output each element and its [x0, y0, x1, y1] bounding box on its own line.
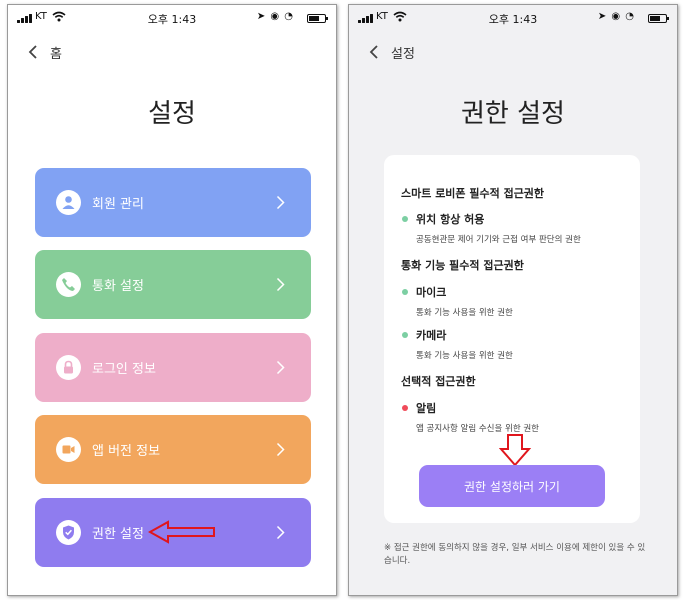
- status-dot: [402, 332, 408, 338]
- section-heading: 통화 기능 필수적 접근권한: [401, 259, 524, 272]
- shield-check-icon: [56, 520, 81, 545]
- battery-icon: [307, 14, 328, 23]
- chevron-right-icon: [276, 277, 285, 292]
- permission-title: 위치 항상 허용: [416, 213, 485, 226]
- status-dot: [402, 216, 408, 222]
- annotation-arrow-down-icon: [499, 434, 531, 467]
- footnote: ※ 접근 권한에 동의하지 않을 경우, 일부 서비스 이용에 제한이 있을 수…: [384, 543, 646, 566]
- menu-item-version[interactable]: 앱 버전 정보: [35, 415, 311, 484]
- section-heading: 스마트 로비폰 필수적 접근권한: [401, 187, 545, 200]
- permission-title: 마이크: [416, 286, 447, 299]
- chevron-right-icon: [276, 442, 285, 457]
- permission-title: 카메라: [416, 329, 447, 342]
- page-title: 권한 설정: [461, 99, 565, 129]
- back-label: 홈: [50, 46, 62, 62]
- chevron-left-icon: [28, 45, 37, 59]
- menu-item-member[interactable]: 회원 관리: [35, 168, 311, 237]
- page-title: 설정: [148, 99, 196, 129]
- video-icon: [56, 437, 81, 462]
- permission-title: 알림: [416, 402, 437, 415]
- user-icon: [56, 190, 81, 215]
- menu-label: 앱 버전 정보: [92, 444, 161, 459]
- phone-icon: [56, 272, 81, 297]
- permission-card: 스마트 로비폰 필수적 접근권한 위치 항상 허용 공동현관문 제어 기기와 근…: [384, 155, 640, 523]
- status-bar: KT 오후 1:43 ➤ ◉ ◔: [349, 5, 677, 31]
- lock-icon: [56, 355, 81, 380]
- status-dot: [402, 289, 408, 295]
- chevron-right-icon: [276, 195, 285, 210]
- permission-desc: 공동현관문 제어 기기와 근접 여부 판단의 권한: [416, 235, 581, 245]
- status-bar: KT 오후 1:43 ➤ ◉ ◔: [8, 5, 336, 31]
- section-heading: 선택적 접근권한: [401, 375, 476, 388]
- location-alarm-icons: ➤ ◉ ◔: [597, 11, 635, 22]
- back-label: 설정: [391, 46, 415, 62]
- menu-label: 통화 설정: [92, 279, 144, 294]
- chevron-right-icon: [276, 525, 285, 540]
- battery-icon: [648, 14, 669, 23]
- menu-label: 로그인 정보: [92, 362, 156, 377]
- back-nav[interactable]: 설정: [367, 40, 415, 64]
- menu-item-call[interactable]: 통화 설정: [35, 250, 311, 319]
- permission-desc: 통화 기능 사용을 위한 권한: [416, 351, 513, 361]
- location-alarm-icons: ➤ ◉ ◔: [256, 11, 294, 22]
- menu-label: 권한 설정: [92, 527, 144, 542]
- menu-label: 회원 관리: [92, 197, 144, 212]
- permission-desc: 통화 기능 사용을 위한 권한: [416, 308, 513, 318]
- chevron-left-icon: [369, 45, 378, 59]
- menu-item-login[interactable]: 로그인 정보: [35, 333, 311, 402]
- annotation-arrow-left-icon: [148, 520, 215, 544]
- permission-settings-screen: KT 오후 1:43 ➤ ◉ ◔ 설정 권한 설정 스마트 로비폰 필수적 접근…: [348, 4, 678, 596]
- status-dot: [402, 405, 408, 411]
- settings-screen: KT 오후 1:43 ➤ ◉ ◔ 홈 설정 회원 관리 통화 설정 로그인 정보…: [7, 4, 337, 596]
- chevron-right-icon: [276, 360, 285, 375]
- back-nav[interactable]: 홈: [26, 40, 62, 64]
- go-to-permission-settings-button[interactable]: 권한 설정하러 가기: [419, 465, 605, 507]
